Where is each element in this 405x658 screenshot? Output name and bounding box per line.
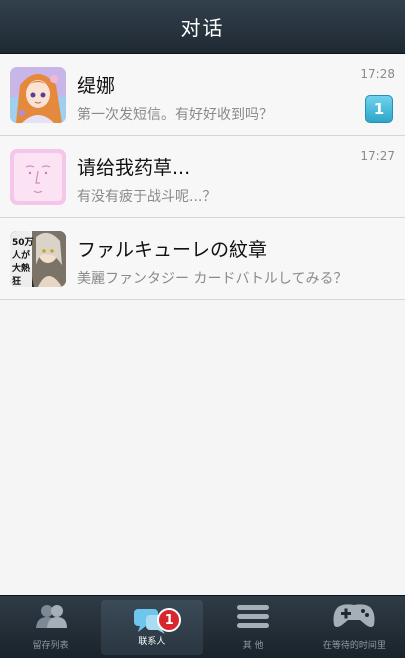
menu-lines-icon — [236, 603, 270, 633]
conversation-list: 缇娜 第一次发短信。有好好收到吗？ 17:28 1 请给我药草... 有没有疲于… — [0, 54, 405, 300]
page-title: 对话 — [180, 16, 225, 40]
contact-name: 请给我药草... — [77, 157, 191, 179]
anime-girl-avatar — [10, 67, 66, 123]
game-promo-avatar: 50万 人が 大熱 狂 — [10, 231, 66, 287]
gamepad-icon — [332, 603, 376, 633]
contacts-badge: 1 — [157, 608, 182, 632]
people-icon — [33, 603, 69, 633]
tab-other[interactable]: 其 他 — [203, 596, 304, 658]
bottom-tab-bar: 留存列表 1 联系人 其 他 在等待的时间里 — [0, 595, 405, 658]
contact-name: 缇娜 — [77, 75, 116, 97]
message-time: 17:28 — [360, 67, 395, 81]
conversation-row[interactable]: 缇娜 第一次发短信。有好好收到吗？ 17:28 1 — [0, 54, 405, 136]
title-bar: 对话 — [0, 0, 405, 54]
message-time: 17:27 — [360, 149, 395, 163]
tab-retained-list[interactable]: 留存列表 — [0, 596, 101, 658]
svg-text:人が: 人が — [11, 249, 31, 261]
message-preview: 美麗ファンタジー カードバトルしてみる？ — [77, 271, 345, 287]
svg-text:大熱: 大熱 — [12, 262, 30, 274]
conversation-row[interactable]: 50万 人が 大熱 狂 ファルキューレの紋章 美麗ファンタジー カードバトルして… — [0, 218, 405, 300]
message-preview: 第一次发短信。有好好收到吗？ — [77, 107, 273, 123]
tab-label: 在等待的时间里 — [322, 641, 386, 651]
pink-sketch-face-avatar — [10, 149, 66, 205]
tab-label: 留存列表 — [32, 641, 69, 651]
unread-badge: 1 — [365, 95, 393, 123]
tab-waiting-time[interactable]: 在等待的时间里 — [304, 596, 405, 658]
conversation-row[interactable]: 请给我药草... 有没有疲于战斗呢...？ 17:27 — [0, 136, 405, 218]
message-preview: 有没有疲于战斗呢...？ — [77, 189, 217, 205]
tab-label: 其 他 — [242, 641, 264, 651]
contact-name: ファルキューレの紋章 — [77, 239, 268, 261]
svg-text:狂: 狂 — [12, 275, 21, 287]
svg-text:50万: 50万 — [12, 237, 34, 248]
tab-contacts[interactable]: 1 联系人 — [101, 600, 203, 655]
